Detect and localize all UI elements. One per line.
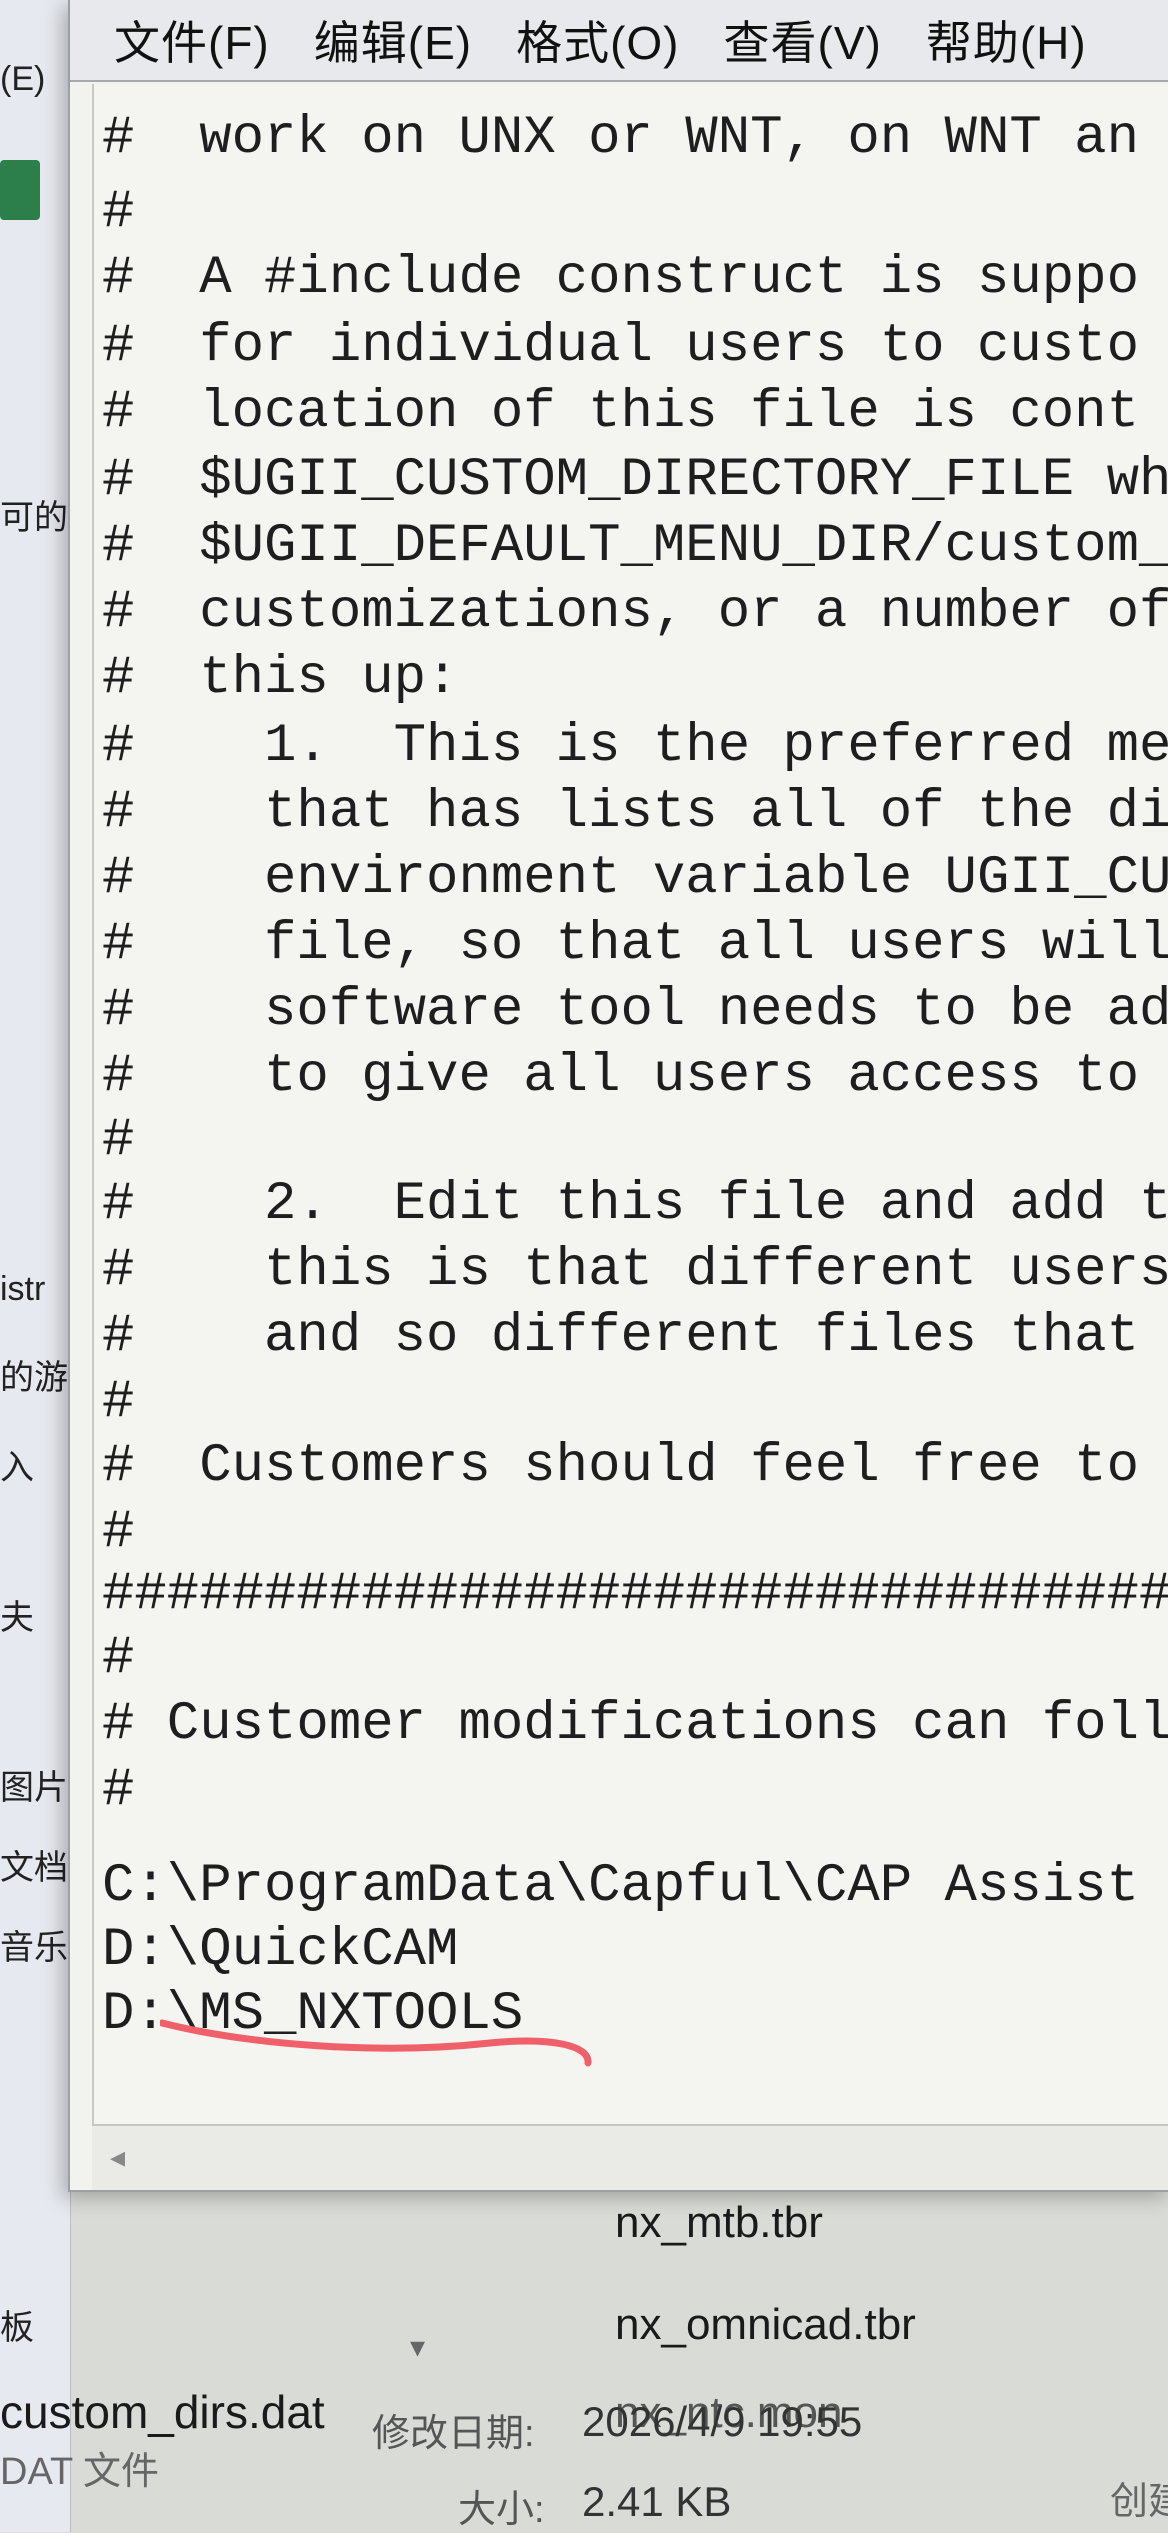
nav-label: istr — [0, 1270, 46, 1308]
editor-line: # work on UNX or WNT, on WNT an — [102, 108, 1139, 169]
details-size-label: 大小: — [458, 2489, 545, 2531]
nav-item-music[interactable]: 音乐 — [0, 1920, 68, 1969]
notepad-window: 文件(F) 编辑(E) 格式(O) 查看(V) 帮助(H) # work on … — [68, 0, 1168, 2192]
text-editor[interactable]: # work on UNX or WNT, on WNT an # # A #i… — [92, 84, 1168, 2124]
editor-line: ################################### — [102, 1564, 1168, 1625]
editor-line: # this up: — [102, 648, 459, 709]
details-file-name: custom_dirs.dat — [0, 2386, 325, 2438]
nav-label: 可的 — [0, 499, 68, 537]
menu-help[interactable]: 帮助(H) — [926, 7, 1087, 73]
nav-label: 板 — [0, 2309, 34, 2347]
editor-line: # to give all users access to — [102, 1046, 1139, 1107]
editor-line: # — [102, 1760, 135, 1821]
editor-line: # — [102, 1502, 135, 1563]
menu-view[interactable]: 查看(V) — [724, 7, 882, 73]
editor-line: # 2. Edit this file and add th — [102, 1174, 1168, 1235]
nav-label: (E) — [0, 60, 46, 98]
details-size-value: 2.41 KB — [582, 2478, 732, 2525]
editor-line: # environment variable UGII_CU — [102, 848, 1168, 909]
editor-line: # $UGII_DEFAULT_MENU_DIR/custom_ — [102, 516, 1168, 577]
editor-line: # $UGII_CUSTOM_DIRECTORY_FILE wh — [102, 450, 1168, 511]
editor-line: # A #include construct is suppo — [102, 248, 1139, 309]
editor-line: # 1. This is the preferred me — [102, 716, 1168, 777]
editor-line: C:\ProgramData\Capful\CAP Assist To — [102, 1856, 1168, 1917]
horizontal-scrollbar[interactable]: ◂ — [92, 2124, 1168, 2190]
editor-line: # this is that different users — [102, 1240, 1168, 1301]
editor-line: # — [102, 182, 135, 243]
nav-item-documents[interactable]: 文档 — [0, 1840, 68, 1889]
menu-edit[interactable]: 编辑(E) — [314, 7, 472, 73]
editor-line: # Customer modifications can follo — [102, 1694, 1168, 1755]
explorer-nav-pane: (E) 可的 istr 的游 入 夫 图片 文档 音乐 板 — [0, 0, 71, 2532]
editor-line: # for individual users to custo — [102, 316, 1139, 377]
editor-line: D:\MS_NXTOOLS — [102, 1984, 524, 2045]
nav-item-pictures[interactable]: 图片 — [0, 1760, 68, 1809]
scroll-left-icon[interactable]: ◂ — [110, 2140, 125, 2175]
menu-format[interactable]: 格式(O) — [516, 7, 679, 73]
editor-line: # customizations, or a number of — [102, 582, 1168, 643]
editor-line: D:\QuickCAM — [102, 1920, 459, 1981]
file-list-item[interactable]: nx_omnicad.tbr — [615, 2300, 916, 2350]
file-list-item[interactable]: nx_mtb.tbr — [615, 2198, 823, 2248]
editor-line: # — [102, 1372, 135, 1433]
app-icon — [0, 160, 40, 220]
editor-line: # that has lists all of the di — [102, 782, 1168, 843]
editor-line: # — [102, 1628, 135, 1689]
details-modified-value: 2026/4/9 19:55 — [582, 2398, 863, 2445]
nav-label: 入 — [0, 1449, 34, 1487]
nav-label: 夫 — [0, 1599, 34, 1637]
editor-line: # software tool needs to be ad — [102, 980, 1168, 1041]
editor-line: # and so different files that r — [102, 1306, 1168, 1367]
editor-line: # Customers should feel free to e — [102, 1436, 1168, 1497]
details-file-type: DAT 文件 — [0, 2451, 160, 2493]
editor-line: # file, so that all users will — [102, 914, 1168, 975]
details-created-label: 创建 — [1110, 2481, 1168, 2523]
details-modified-label: 修改日期: — [372, 2413, 535, 2455]
chevron-down-icon[interactable]: ▾ — [410, 2330, 425, 2365]
menu-file[interactable]: 文件(F) — [114, 7, 270, 73]
editor-line: # — [102, 1110, 135, 1171]
editor-line: # location of this file is cont — [102, 382, 1139, 443]
menu-bar: 文件(F) 编辑(E) 格式(O) 查看(V) 帮助(H) — [70, 0, 1168, 82]
nav-label: 的游 — [0, 1359, 68, 1397]
